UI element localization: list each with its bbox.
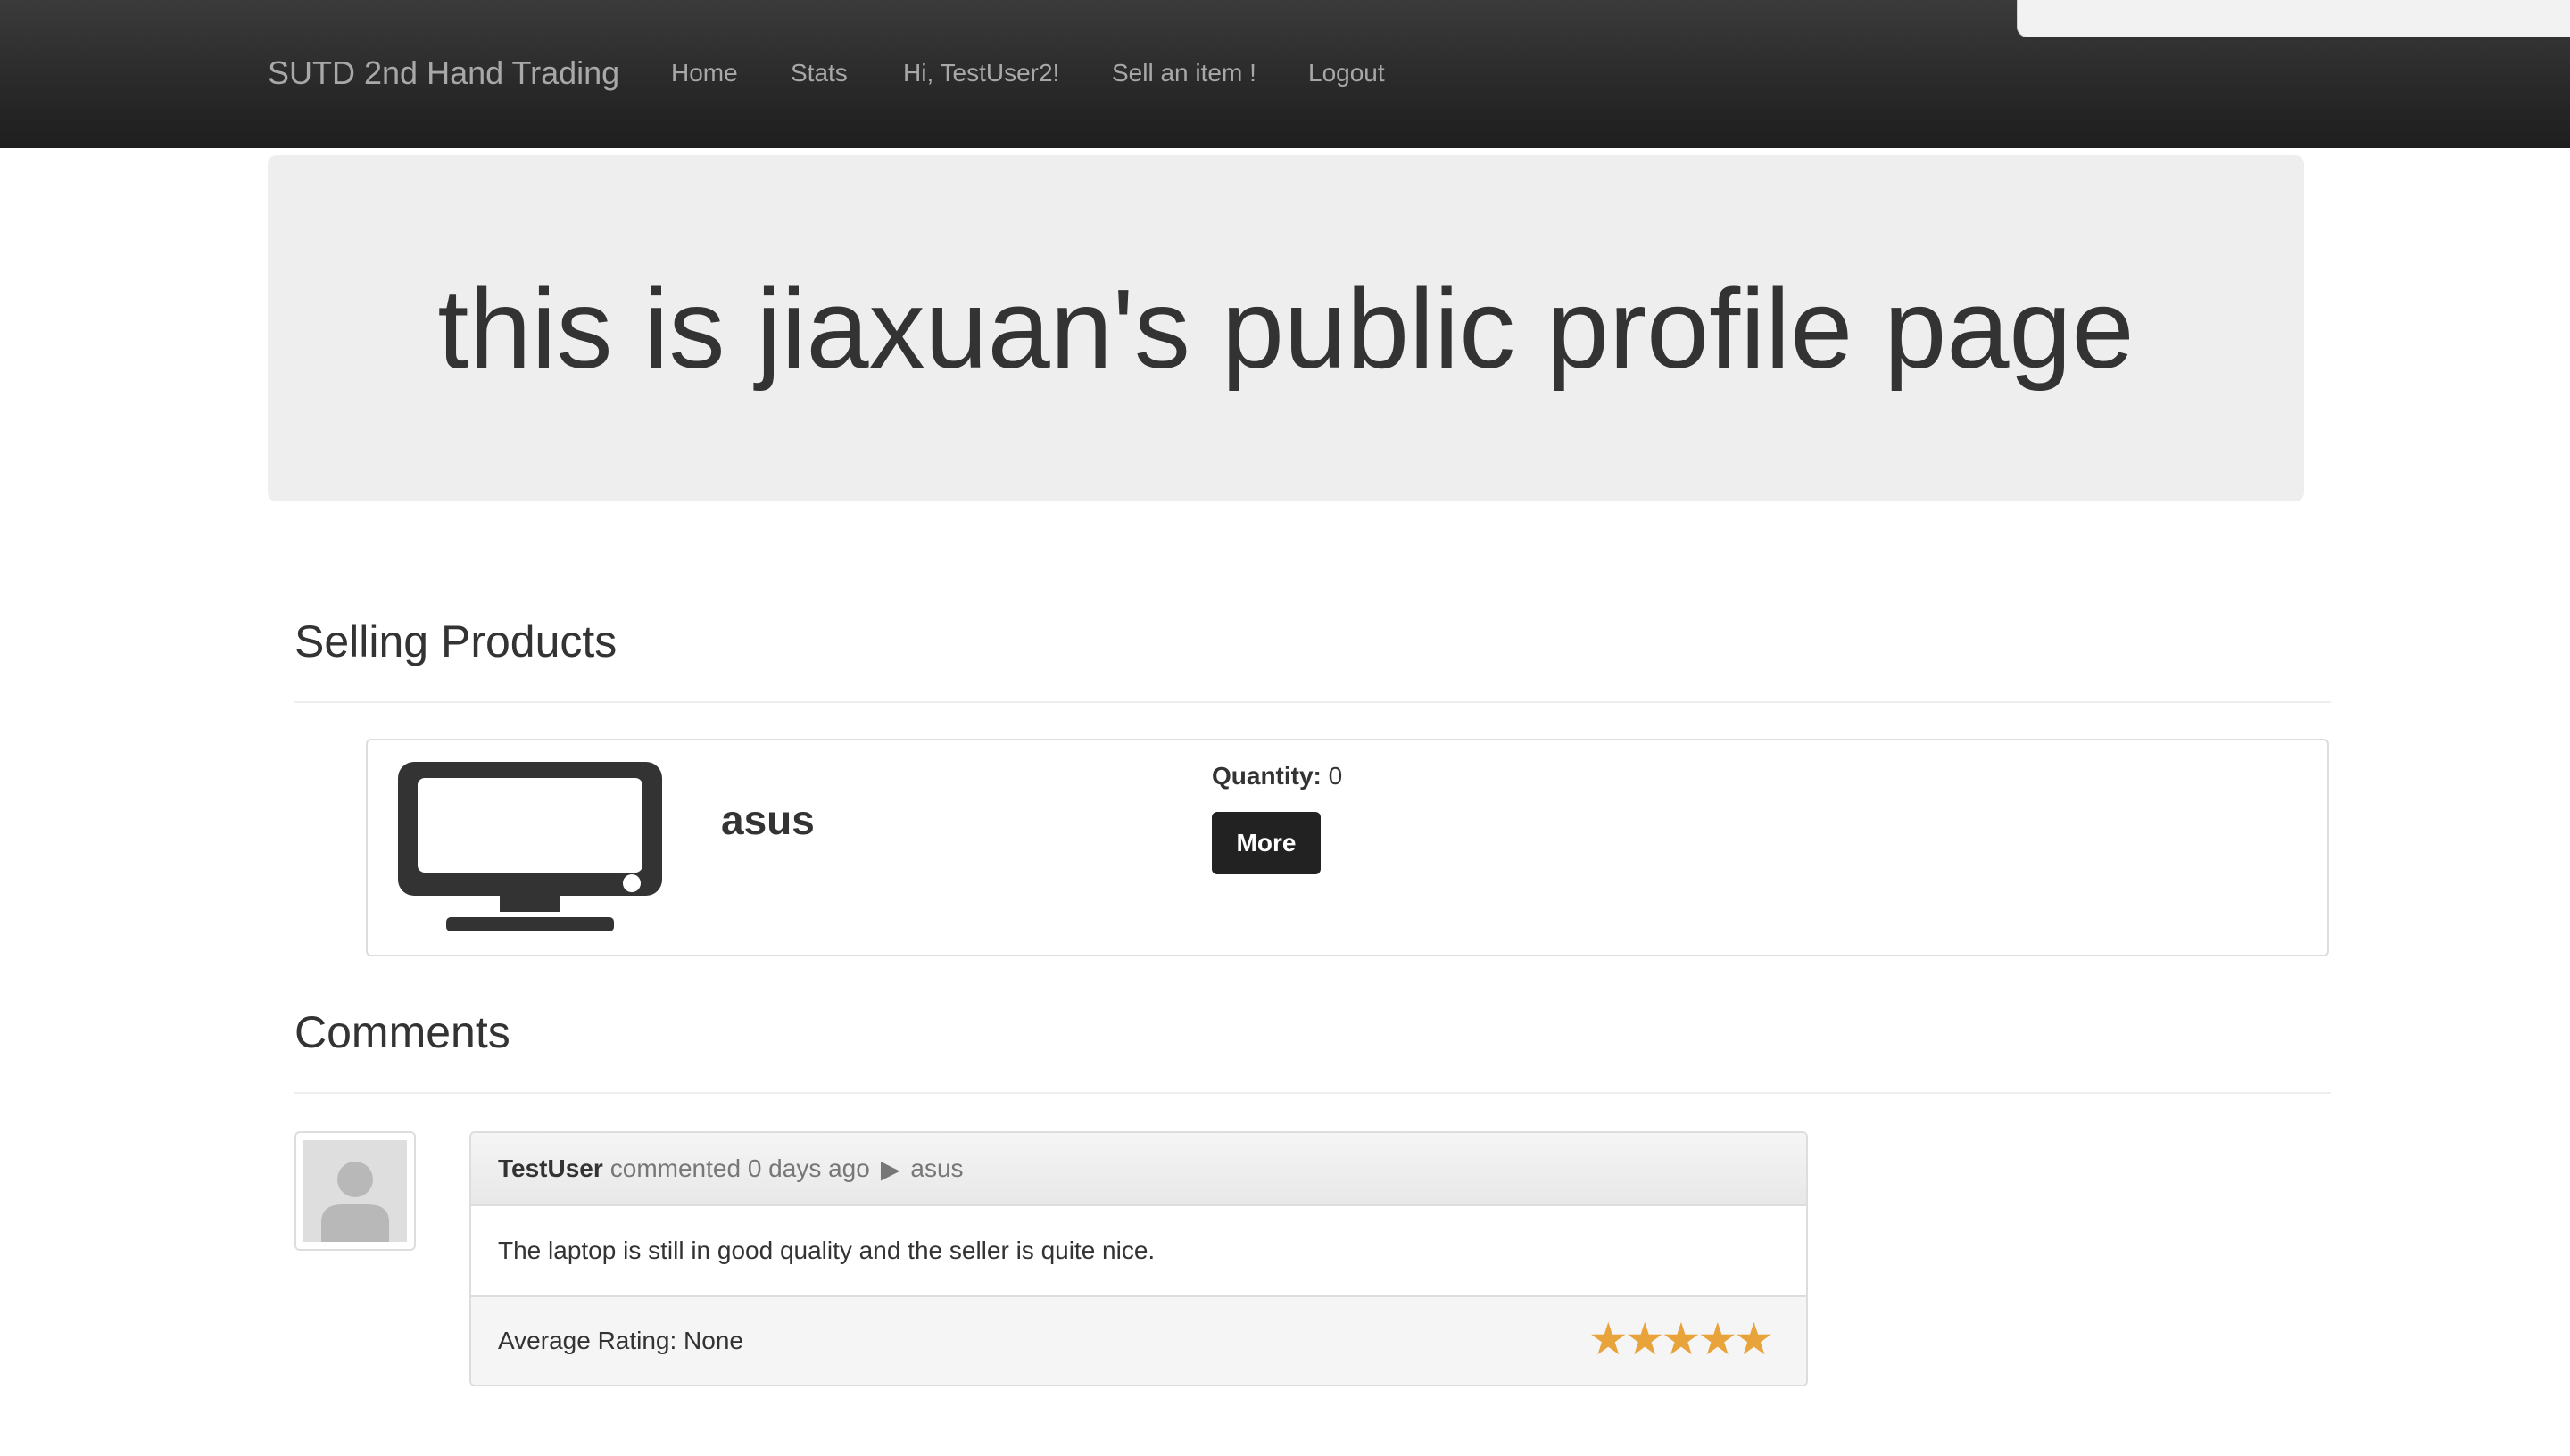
comment-author[interactable]: TestUser <box>498 1154 603 1183</box>
comments-heading: Comments <box>294 1007 510 1057</box>
comment-panel: TestUser commented 0 days ago ▶ asus The… <box>469 1131 1808 1386</box>
profile-jumbotron: this is jiaxuan's public profile page <box>268 155 2304 501</box>
section-divider <box>294 701 2331 703</box>
average-rating-text: Average Rating: None <box>498 1327 743 1354</box>
nav-logout-link[interactable]: Logout <box>1308 55 1385 91</box>
nav-home-link[interactable]: Home <box>671 55 738 91</box>
comment-meta: commented 0 days ago <box>609 1154 870 1182</box>
product-card: asus Quantity: 0 More <box>366 739 2329 956</box>
nav-sell-item-link[interactable]: Sell an item ! <box>1112 55 1256 91</box>
notification-popup-edge <box>2017 0 2570 37</box>
selling-products-heading: Selling Products <box>294 616 618 666</box>
comment-footer: Average Rating: None ★★★★★ <box>471 1297 1806 1385</box>
more-button[interactable]: More <box>1212 812 1321 874</box>
brand-link[interactable]: SUTD 2nd Hand Trading <box>268 52 619 95</box>
star-rating-icon: ★★★★★ <box>1588 1314 1774 1364</box>
product-quantity: Quantity: 0 <box>1212 762 1342 790</box>
product-name: asus <box>721 797 815 843</box>
quantity-value: 0 <box>1328 762 1343 790</box>
nav-user-greeting-link[interactable]: Hi, TestUser2! <box>903 55 1059 91</box>
comment-header: TestUser commented 0 days ago ▶ asus <box>471 1133 1806 1206</box>
comment-body: The laptop is still in good quality and … <box>471 1206 1806 1297</box>
avatar <box>294 1131 416 1251</box>
quantity-label: Quantity: <box>1212 762 1322 790</box>
monitor-icon <box>398 762 662 931</box>
user-avatar-icon <box>303 1140 407 1242</box>
play-arrow-icon: ▶ <box>880 1154 900 1183</box>
section-divider <box>294 1092 2331 1094</box>
nav-stats-link[interactable]: Stats <box>791 55 848 91</box>
page-title: this is jiaxuan's public profile page <box>437 265 2135 392</box>
comment-product-link[interactable]: asus <box>910 1154 963 1183</box>
